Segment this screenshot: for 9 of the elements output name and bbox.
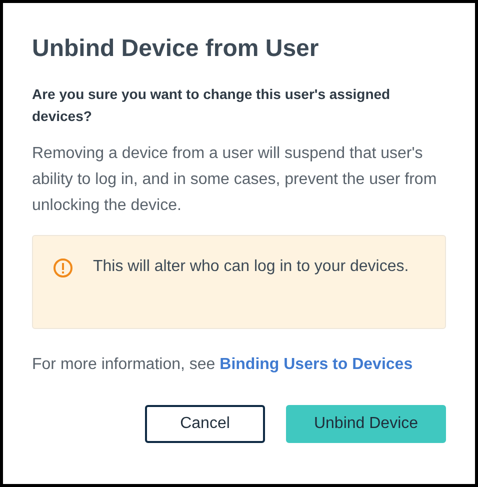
cancel-button[interactable]: Cancel bbox=[145, 405, 265, 443]
description-text: Removing a device from a user will suspend that user's ability to log in, and in some cases, prevent the user from unlocking the device. bbox=[32, 144, 438, 216]
warning-icon bbox=[53, 258, 73, 278]
info-text: For more information, see Binding Users to Devices bbox=[32, 355, 414, 375]
warning-text: This will alter who can log in to your devices. bbox=[93, 257, 409, 277]
help-link[interactable]: Binding Users to Devices bbox=[220, 356, 413, 373]
question-text: Are you sure you want to change this user's assigned devices? bbox=[32, 85, 392, 126]
dialog-title: Unbind Device from User bbox=[32, 34, 320, 64]
unbind-button[interactable]: Unbind Device bbox=[286, 405, 446, 443]
